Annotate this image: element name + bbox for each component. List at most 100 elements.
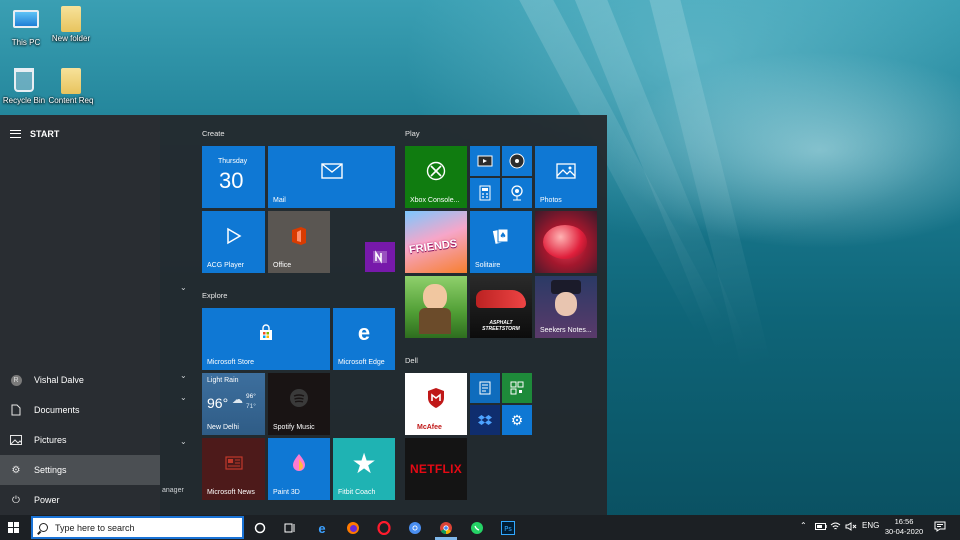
calculator-icon	[470, 178, 500, 208]
checklist-icon	[470, 373, 500, 403]
windows-start-icon[interactable]	[8, 522, 19, 533]
tile-spotify[interactable]: Spotify Music	[268, 373, 330, 435]
tile-paint-3d[interactable]: Paint 3D	[268, 438, 330, 500]
desktop-icon-label: Content Req	[48, 96, 94, 105]
whatsapp-icon[interactable]	[469, 520, 485, 536]
tile-label: Photos	[540, 197, 562, 204]
opera-icon[interactable]	[376, 520, 392, 536]
cloud-rain-icon: ☁	[232, 394, 243, 406]
tile-dell-app-2[interactable]	[502, 373, 532, 403]
tile-solitaire[interactable]: ♠ Solitaire	[470, 211, 532, 273]
rail-item-label: Settings	[34, 465, 67, 475]
tile-microsoft-edge[interactable]: e Microsoft Edge	[333, 308, 395, 370]
rail-item-pictures[interactable]: Pictures	[0, 425, 160, 455]
desktop-icon-content-req[interactable]: Content Req	[45, 68, 97, 105]
tile-netflix[interactable]: NETFLIX	[405, 438, 467, 500]
tile-label: McAfee	[417, 424, 442, 431]
tile-label: Solitaire	[475, 262, 501, 269]
desktop-icon-label: Recycle Bin	[2, 96, 46, 105]
tile-photos[interactable]: Photos	[535, 146, 597, 208]
rail-item-documents[interactable]: Documents	[0, 395, 160, 425]
tile-label: ACG Player	[207, 262, 244, 269]
start-title: START	[30, 129, 60, 139]
this-pc-icon	[13, 10, 39, 36]
photoshop-icon[interactable]: Ps	[500, 520, 516, 536]
tile-dell-app-3[interactable]: ⚙	[502, 405, 532, 435]
cortana-icon[interactable]	[252, 520, 268, 536]
chevron-up-icon[interactable]: ⌃	[800, 521, 807, 530]
chevron-down-icon[interactable]: ⌄	[180, 393, 187, 402]
tile-mcafee[interactable]: McAfee	[405, 373, 467, 435]
tile-candy-crush-friends[interactable]: FRIENDS	[405, 211, 467, 273]
rail-item-power[interactable]: ⏻ Power	[0, 485, 160, 515]
character-body-art	[419, 308, 451, 334]
tile-xbox-console[interactable]: Xbox Console...	[405, 146, 467, 208]
edge-icon[interactable]: e	[314, 520, 330, 536]
tile-label: Xbox Console...	[410, 197, 460, 204]
search-placeholder: Type here to search	[55, 522, 135, 533]
tile-label: New Delhi	[207, 424, 239, 431]
chromium-icon[interactable]	[407, 520, 423, 536]
start-header[interactable]: START	[0, 123, 160, 145]
tile-microsoft-news[interactable]: Microsoft News	[202, 438, 265, 500]
weather-temp: 96°	[207, 395, 229, 411]
desktop-icon-recycle-bin[interactable]: Recycle Bin	[0, 68, 50, 105]
tile-microsoft-store[interactable]: Microsoft Store	[202, 308, 330, 370]
tile-candy-crush-saga[interactable]	[535, 211, 597, 273]
tile-fitbit-coach[interactable]: ★ Fitbit Coach	[333, 438, 395, 500]
onenote-icon	[365, 242, 395, 272]
volume-muted-icon[interactable]	[845, 522, 857, 533]
rail-item-user[interactable]: R Vishal Dalve	[0, 365, 160, 395]
notification-center-icon[interactable]	[934, 521, 946, 534]
chevron-down-icon[interactable]: ⌄	[180, 371, 187, 380]
tile-label: Seekers Notes...	[540, 327, 592, 334]
hamburger-icon	[10, 130, 21, 138]
tile-calculator[interactable]	[470, 178, 500, 208]
firefox-icon[interactable]	[345, 520, 361, 536]
tile-calendar[interactable]: Thursday 30	[202, 146, 265, 208]
webcam-icon	[502, 178, 532, 208]
chevron-down-icon[interactable]: ⌄	[180, 437, 187, 446]
xbox-icon	[405, 146, 467, 196]
rail-item-label: Documents	[34, 405, 80, 415]
tile-acg-player[interactable]: ACG Player	[202, 211, 265, 273]
calendar-date: 30	[219, 168, 244, 193]
tile-dell-app-1[interactable]	[470, 373, 500, 403]
task-view-icon[interactable]	[282, 520, 298, 536]
group-title-dell[interactable]: Dell	[405, 356, 418, 365]
search-box[interactable]: Type here to search	[31, 516, 244, 539]
weather-condition: Light Rain	[207, 377, 239, 384]
tile-office[interactable]: Office	[268, 211, 330, 273]
app-list-peek-text[interactable]: anager	[162, 487, 184, 494]
tile-label: Paint 3D	[273, 489, 300, 496]
clock[interactable]: 16:56 30-04-2020	[877, 517, 931, 537]
svg-text:Ps: Ps	[504, 525, 512, 533]
wifi-icon[interactable]	[830, 521, 841, 533]
tile-dropbox[interactable]	[470, 405, 500, 435]
tile-asphalt-streetstorm[interactable]: ASPHALT STREETSTORM	[470, 276, 532, 338]
group-title-create[interactable]: Create	[202, 129, 225, 138]
disc-icon	[502, 146, 532, 176]
desktop-icon-new-folder[interactable]: New folder	[45, 6, 97, 43]
mail-icon	[268, 146, 395, 196]
tile-movies-tv[interactable]	[470, 146, 500, 176]
gear-icon: ⚙	[11, 464, 21, 476]
rail-item-label: Vishal Dalve	[34, 375, 84, 385]
group-title-play[interactable]: Play	[405, 129, 420, 138]
tile-groove-music[interactable]	[502, 146, 532, 176]
pictures-icon	[10, 434, 22, 446]
tile-camera[interactable]	[502, 178, 532, 208]
group-title-explore[interactable]: Explore	[202, 291, 227, 300]
tile-seekers-notes[interactable]: Seekers Notes...	[535, 276, 597, 338]
weather-high: 96°	[246, 393, 256, 400]
tile-weather[interactable]: Light Rain 96° ☁ 96° 71° New Delhi	[202, 373, 265, 435]
tile-onenote[interactable]	[365, 242, 395, 272]
battery-icon[interactable]	[815, 523, 827, 532]
chrome-icon[interactable]	[438, 520, 454, 536]
rail-item-settings[interactable]: ⚙ Settings	[0, 455, 160, 485]
tile-mail[interactable]: Mail	[268, 146, 395, 208]
tile-gardenscapes[interactable]	[405, 276, 467, 338]
chevron-down-icon[interactable]: ⌄	[180, 283, 187, 292]
cards-icon: ♠	[470, 211, 532, 261]
folder-icon	[58, 68, 84, 94]
